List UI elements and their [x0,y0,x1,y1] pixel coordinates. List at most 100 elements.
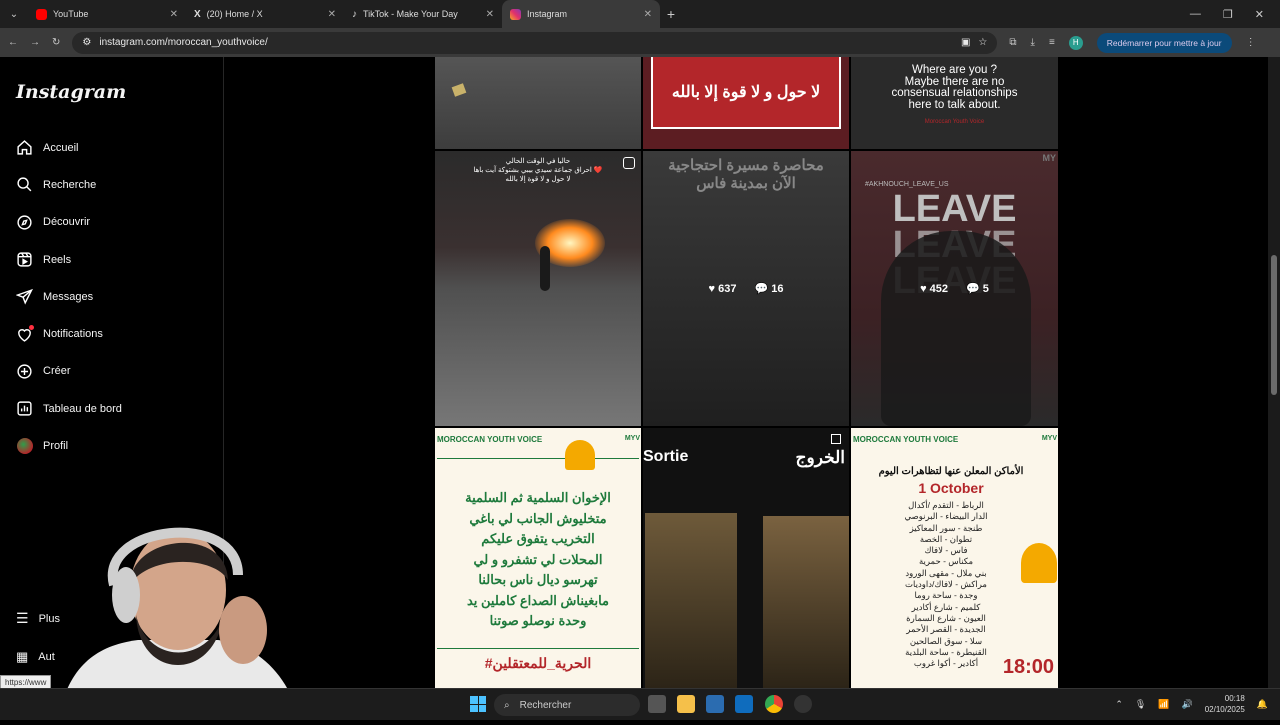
address-bar[interactable]: ⚙ instagram.com/moroccan_youthvoice/ ▣ ☆ [72,31,998,54]
carousel-icon [831,434,841,444]
restore-icon[interactable]: ❐ [1223,8,1233,21]
clock[interactable]: 00:18 02/10/2025 [1205,693,1245,715]
back-icon[interactable]: ← [8,37,18,48]
heart-icon: ♥ [920,282,927,295]
post-sign-left: Sortie [643,448,689,465]
post-tile[interactable]: حاليا في الوقت الحالي احراق جماعة سيدي ب… [435,151,641,426]
plus-square-icon [16,363,33,380]
sidebar-item-accueil[interactable]: Accueil [0,129,224,166]
warning-bell-icon [565,440,595,470]
close-icon[interactable]: ✕ [486,9,494,20]
post-time: 18:00 [1002,656,1054,678]
comment-count: 5 [982,283,989,295]
forward-icon[interactable]: → [30,37,40,48]
post-tile[interactable] [435,57,641,149]
reload-icon[interactable]: ↻ [52,37,60,48]
restart-update-button[interactable]: Redémarrer pour mettre à jour [1096,32,1232,53]
windows-taskbar: ⌕ Rechercher ⌃ 🎙 📶 🔊 00:18 02/10/2025 🔔 [0,688,1280,720]
divider [437,458,639,459]
post-tile[interactable]: محاصرة مسيرة احتجاجية الآن بمدينة فاس ♥ … [643,151,849,426]
body-line: متخليوش الجانب لي باغي [469,510,607,526]
sidebar-item-label: Accueil [43,141,79,154]
minimize-icon[interactable]: — [1190,8,1201,21]
comments: 💬 16 [754,282,783,295]
post-credit: Moroccan Youth Voice [924,119,985,125]
tab-instagram[interactable]: Instagram ✕ [502,0,660,28]
sidebar-item-profil[interactable]: Profil [0,427,224,464]
instagram-logo[interactable]: Instagram [16,81,126,103]
extensions-icon[interactable]: ⧉ [1009,37,1016,48]
sidebar-item-decouvrir[interactable]: Découvrir [0,204,224,241]
post-date: 1 October [918,480,984,496]
scrollbar-thumb[interactable] [1271,255,1277,395]
tab-label: TikTok - Make Your Day [363,9,458,19]
tab-search-icon[interactable]: ⌄ [0,9,28,20]
tab-tiktok[interactable]: ♪ TikTok - Make Your Day ✕ [344,0,502,28]
sidebar-item-tableau-de-bord[interactable]: Tableau de bord [0,390,224,427]
install-app-icon[interactable]: ▣ [961,37,970,48]
sidebar-item-label: Tableau de bord [43,402,122,415]
notification-dot [29,324,34,330]
bookmark-star-icon[interactable]: ☆ [978,37,987,48]
grid-icon: ▦ [16,649,29,664]
post-tile[interactable]: لا حول و لا قوة إلا بالله [643,57,849,149]
new-tab-button[interactable]: + [660,6,682,22]
post-tile[interactable]: MOROCCAN YOUTH VOICE MYV الأماكن المعلن … [851,428,1058,688]
page-scrollbar[interactable] [1268,57,1280,688]
close-icon[interactable]: ✕ [170,9,178,20]
sidebar-item-messages[interactable]: Messages [0,278,224,315]
post-tile[interactable]: Where are you ? Maybe there are no conse… [851,57,1058,149]
dashboard-icon [16,400,33,417]
post-tile[interactable]: Sortie الخروج [643,428,849,688]
like-count: 452 [929,282,949,295]
comment-icon: 💬 [966,283,980,295]
sidebar-item-creer[interactable]: Créer [0,353,224,390]
notification-center-icon[interactable]: 🔔 [1257,699,1268,710]
sidebar-item-label: Découvrir [43,216,91,229]
clock-date: 02/10/2025 [1204,705,1245,714]
home-icon [16,139,33,156]
reading-list-icon[interactable]: ≡ [1049,37,1055,48]
chevron-up-icon[interactable]: ⌃ [1115,699,1123,710]
app-icon[interactable] [794,695,812,713]
outlook-icon[interactable] [735,695,753,713]
place-line: الجديدة - القصر الأحمر [906,624,986,635]
hamburger-icon: ☰ [16,610,29,626]
window-controls: — ❐ ✕ [1190,8,1280,21]
chrome-icon[interactable] [765,695,783,713]
sidebar-item-notifications[interactable]: Notifications [0,315,224,352]
body-line: مابغيناش الصداع كاملين يد [466,592,610,608]
store-icon[interactable] [706,695,724,713]
post-footer: #الحرية_للمعتقلين [484,655,592,671]
post-tile[interactable]: #AKHNOUCH_LEAVE_US MY LEAVE LEAVE LEAVE … [851,151,1058,426]
volume-icon[interactable]: 🔊 [1182,699,1193,710]
caption-line: حاليا في الوقت الحالي [505,158,571,165]
post-text: لا حول و لا قوة إلا بالله [651,57,841,129]
close-icon[interactable]: ✕ [644,9,652,20]
microphone-icon[interactable]: 🎙 [1135,699,1146,710]
file-explorer-icon[interactable] [677,695,695,713]
profile-avatar[interactable]: H [1068,35,1083,50]
tab-label: YouTube [53,9,89,19]
browser-tab-strip: ⌄ YouTube ✕ X (20) Home / X ✕ ♪ TikTok -… [0,0,1280,28]
place-line: طنجة - سور المعاكيز [909,522,983,533]
close-window-icon[interactable]: ✕ [1255,8,1264,21]
close-icon[interactable]: ✕ [328,9,336,20]
search-label: Rechercher [519,699,572,711]
wifi-icon[interactable]: 📶 [1158,699,1169,710]
taskbar-search[interactable]: ⌕ Rechercher [494,694,640,716]
post-tile[interactable]: MOROCCAN YOUTH VOICE MYV الإخوان السلمية… [435,428,641,688]
sidebar-item-reels[interactable]: Reels [0,241,224,278]
download-icon[interactable]: ⤓ [1031,37,1035,48]
site-info-icon[interactable]: ⚙ [82,37,91,48]
post-stats: ♥ 452 💬 5 [851,151,1058,426]
task-view-icon[interactable] [648,695,666,713]
menu-kebab-icon[interactable]: ⋮ [1246,37,1256,48]
sidebar-item-recherche[interactable]: Recherche [0,166,224,203]
tab-label: (20) Home / X [206,9,263,19]
tab-youtube[interactable]: YouTube ✕ [28,0,186,28]
post-body: الإخوان السلمية ثم السلمية متخليوش الجان… [435,488,641,632]
place-line: أكادير - أكوا غروب [913,658,979,669]
tab-x[interactable]: X (20) Home / X ✕ [186,0,344,28]
windows-start-icon[interactable] [470,696,486,712]
